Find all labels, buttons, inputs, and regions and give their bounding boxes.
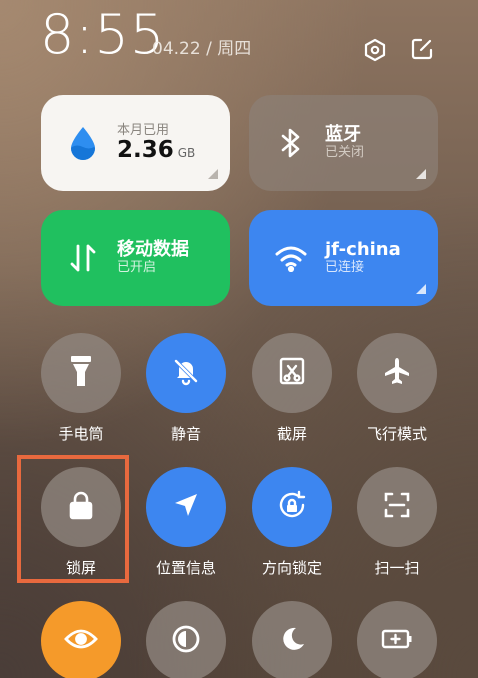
settings-hex-icon[interactable]	[362, 37, 388, 63]
screenshot-label: 截屏	[276, 425, 307, 443]
mobile-data-status: 已开启	[117, 260, 157, 276]
bluetooth-title: 蓝牙	[325, 123, 361, 145]
flashlight-icon	[68, 354, 94, 392]
screenshot-icon	[277, 356, 307, 390]
wifi-title: jf-china	[325, 238, 401, 260]
eye-comfort-button[interactable]	[41, 601, 121, 678]
flashlight-label: 手电筒	[58, 425, 104, 443]
wifi-tile[interactable]: jf-china 已连接	[249, 210, 438, 306]
data-usage-label: 本月已用	[117, 122, 170, 138]
data-usage-tile[interactable]: 本月已用 2.36 GB	[41, 95, 230, 191]
airplane-mode-label: 飞行模式	[366, 425, 427, 443]
wifi-status: 已连接	[325, 260, 365, 276]
bluetooth-tile[interactable]: 蓝牙 已关闭	[249, 95, 438, 191]
contrast-icon	[171, 624, 201, 658]
highlight-box	[17, 455, 129, 583]
dark-mode-button[interactable]	[252, 601, 332, 678]
location-label: 位置信息	[155, 559, 216, 577]
data-usage-value: 2.36	[117, 137, 174, 164]
water-drop-icon	[63, 123, 103, 163]
moon-icon	[278, 625, 306, 657]
bluetooth-icon	[271, 123, 311, 163]
scan-label: 扫一扫	[374, 559, 420, 577]
bell-off-icon	[171, 356, 201, 390]
screenshot-button[interactable]	[252, 333, 332, 413]
rotation-lock-label: 方向锁定	[261, 559, 322, 577]
eye-icon	[64, 627, 98, 655]
battery-saver-icon	[381, 628, 413, 654]
wifi-icon	[271, 238, 311, 278]
tile-expand-corner	[208, 169, 218, 179]
mobile-data-tile[interactable]: 移动数据 已开启	[41, 210, 230, 306]
mobile-data-title: 移动数据	[117, 238, 189, 260]
bluetooth-status: 已关闭	[325, 145, 365, 161]
scan-button[interactable]	[357, 467, 437, 547]
clock-time: 8:55	[40, 3, 166, 66]
tile-expand-corner	[416, 284, 426, 294]
tile-expand-corner	[416, 169, 426, 179]
battery-saver-button[interactable]	[357, 601, 437, 678]
edit-icon[interactable]	[409, 36, 435, 62]
rotation-lock-icon	[276, 489, 308, 525]
mute-label: 静音	[170, 425, 201, 443]
mute-button[interactable]	[146, 333, 226, 413]
airplane-icon	[382, 356, 412, 390]
data-arrows-icon	[63, 238, 103, 278]
location-button[interactable]	[146, 467, 226, 547]
location-arrow-icon	[172, 491, 200, 523]
scan-icon	[382, 490, 412, 524]
rotation-lock-button[interactable]	[252, 467, 332, 547]
airplane-mode-button[interactable]	[357, 333, 437, 413]
data-usage-unit: GB	[177, 146, 196, 161]
flashlight-button[interactable]	[41, 333, 121, 413]
date-label: 04.22 / 周四	[152, 39, 252, 59]
contrast-button[interactable]	[146, 601, 226, 678]
